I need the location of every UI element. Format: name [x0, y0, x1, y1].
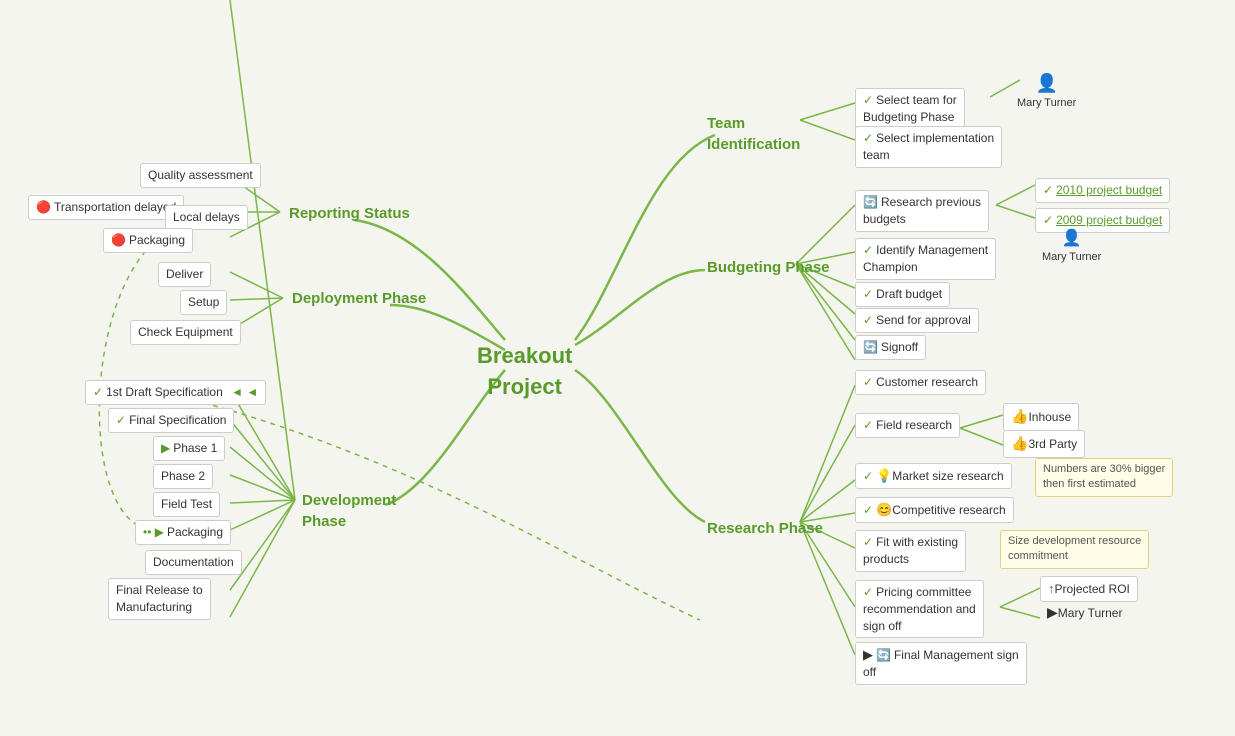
third-party: 👍3rd Party [1003, 430, 1085, 458]
documentation: Documentation [145, 550, 242, 575]
deliver: Deliver [158, 262, 211, 287]
reporting-status-label: Reporting Status [282, 200, 417, 227]
first-draft-spec: ✓1st Draft Specification ◄ ◄ [85, 380, 266, 405]
packaging-dev: •• ▶Packaging [135, 520, 231, 545]
inhouse: 👍Inhouse [1003, 403, 1079, 431]
development-phase-label: DevelopmentPhase [295, 487, 403, 535]
check-equipment: Check Equipment [130, 320, 241, 345]
competitive-research: ✓😊Competitive research [855, 497, 1014, 523]
final-release: Final Release toManufacturing [108, 578, 211, 620]
team-identification-label: TeamIdentification [700, 110, 807, 158]
local-delays: Local delays [165, 205, 248, 230]
mary-turner-team-icon: 👤 Mary Turner [1010, 68, 1083, 115]
select-impl-team: ✓Select implementationteam [855, 126, 1002, 168]
identify-champion: ✓Identify ManagementChampion [855, 238, 996, 280]
mary-turner-pricing: ▶Mary Turner [1040, 600, 1129, 626]
draft-budget: ✓Draft budget [855, 282, 950, 307]
quality-assessment: Quality assessment [140, 163, 261, 188]
projected-roi: ↑Projected ROI [1040, 576, 1138, 602]
field-test: Field Test [153, 492, 220, 517]
research-budgets: 🔄Research previousbudgets [855, 190, 989, 232]
field-research: ✓Field research [855, 413, 960, 438]
budget-2010: ✓2010 project budget [1035, 178, 1170, 203]
budgeting-phase-label: Budgeting Phase [700, 254, 837, 281]
select-team-budgeting: ✓Select team forBudgeting Phase [855, 88, 965, 130]
fit-note: Size development resourcecommitment [1000, 530, 1149, 569]
final-spec: ✓Final Specification [108, 408, 234, 433]
mary-turner-budget-icon: 👤 Mary Turner [1035, 225, 1108, 269]
final-mgmt-signoff: ▶🔄Final Management signoff [855, 642, 1027, 685]
deployment-phase-label: Deployment Phase [285, 285, 433, 312]
phase1: ▶Phase 1 [153, 436, 225, 461]
market-note: Numbers are 30% biggerthen first estimat… [1035, 458, 1173, 497]
phase2: Phase 2 [153, 464, 213, 489]
research-phase-label: Research Phase [700, 515, 830, 542]
pricing-committee: ✓Pricing committeerecommendation andsign… [855, 580, 984, 638]
setup: Setup [180, 290, 227, 315]
signoff: 🔄Signoff [855, 335, 926, 360]
transportation-delayed: 🔴Transportation delayed [28, 195, 184, 220]
packaging-report: 🔴Packaging [103, 228, 193, 253]
market-size: ✓💡Market size research [855, 463, 1012, 489]
customer-research: ✓Customer research [855, 370, 986, 395]
center-node: BreakoutProject [470, 338, 579, 406]
fit-existing: ✓Fit with existingproducts [855, 530, 966, 572]
send-approval: ✓Send for approval [855, 308, 979, 333]
